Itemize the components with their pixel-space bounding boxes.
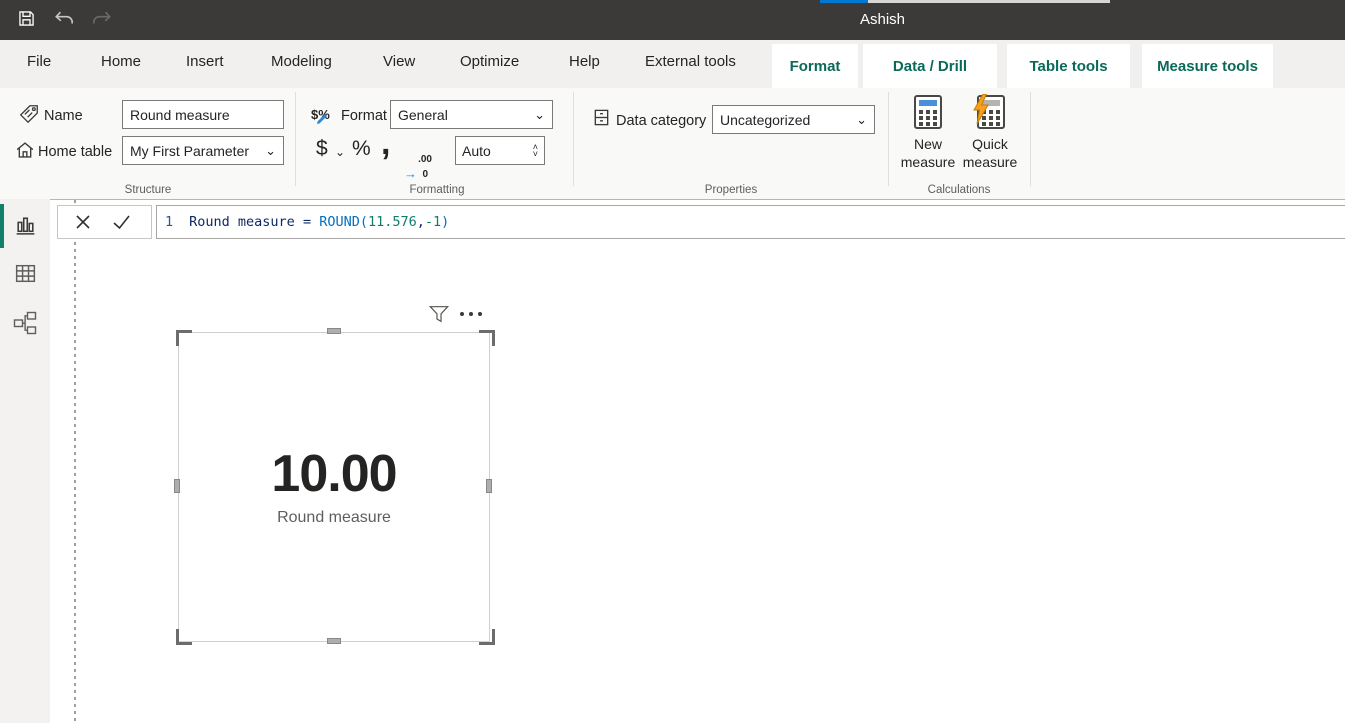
formatting-group-label: Formatting [367,184,507,196]
tab-modeling[interactable]: Modeling [271,53,332,70]
tab-file[interactable]: File [27,53,51,70]
quick-measure-icon [973,94,1007,135]
format-label: Format [341,108,387,124]
tab-insert[interactable]: Insert [186,53,224,70]
format-select[interactable]: General ⌄ [390,100,553,129]
pencil-icon [316,113,328,125]
card-value: 10.00 [271,448,396,500]
ribbon-tab-row: File Home Insert Modeling View Optimize … [0,40,1345,88]
save-button[interactable] [14,9,38,33]
decimal-auto-spinner[interactable]: Auto ˄ ˅ [455,136,545,165]
formula-arg2: -1 [425,214,441,230]
report-page-boundary [74,200,76,723]
formula-measure-name: Round measure [189,214,295,230]
group-divider [573,92,574,186]
commit-formula-button[interactable] [112,214,131,230]
model-view-button[interactable] [12,310,38,336]
tab-view[interactable]: View [383,53,415,70]
chevron-down-icon: ⌄ [856,115,867,125]
cancel-formula-button[interactable] [75,214,91,230]
home-table-icon [14,139,36,166]
tab-home[interactable]: Home [101,53,141,70]
undo-icon [53,9,75,34]
card-label: Round measure [277,509,391,527]
currency-chevron-icon[interactable]: ⌄ [335,145,345,159]
save-icon [16,8,37,34]
name-label: Name [44,108,83,124]
tab-format[interactable]: Format [772,44,858,88]
tab-help[interactable]: Help [569,53,600,70]
funnel-icon [428,304,450,325]
top-accent-strip-blue [820,0,868,3]
resize-handle-right[interactable] [486,479,492,493]
data-category-select[interactable]: Uncategorized ⌄ [712,105,875,134]
group-divider [1030,92,1031,186]
checkmark-icon [112,214,131,230]
thousands-separator-button[interactable]: , [381,124,390,163]
home-table-select[interactable]: My First Parameter ⌄ [122,136,284,165]
active-view-indicator [0,204,4,248]
spin-down-icon[interactable]: ˅ [533,151,538,158]
new-measure-button[interactable]: New measure [898,94,958,171]
ribbon: Name Round measure Home table My First P… [0,88,1345,200]
resize-handle-bottom[interactable] [327,638,341,644]
resize-handle-top-right[interactable] [479,330,495,346]
properties-group-label: Properties [661,184,801,196]
resize-handle-bottom-left[interactable] [176,629,192,645]
group-divider [295,92,296,186]
report-view-button[interactable] [12,211,38,237]
tab-data-drill[interactable]: Data / Drill [863,44,997,88]
resize-handle-top[interactable] [327,328,341,334]
structure-group-label: Structure [78,184,218,196]
ellipsis-icon [460,312,464,316]
tab-external-tools[interactable]: External tools [645,53,736,70]
data-category-icon [592,108,611,132]
window-title: Ashish [860,11,905,28]
resize-handle-left[interactable] [174,479,180,493]
table-icon [13,261,38,286]
undo-button[interactable] [52,9,76,33]
resize-handle-bottom-right[interactable] [479,629,495,645]
formula-arg1: 11.576 [368,214,417,230]
redo-icon [91,9,113,34]
chevron-down-icon: ⌄ [265,146,276,156]
visual-more-options-button[interactable] [460,312,482,316]
formula-bar-input[interactable]: 1 Round measure = ROUND( 11.576 , -1 ) [156,205,1345,239]
tab-table-tools[interactable]: Table tools [1007,44,1130,88]
data-category-label: Data category [616,113,706,129]
titlebar: Ashish [0,0,1345,40]
tab-measure-tools[interactable]: Measure tools [1142,44,1273,88]
group-divider [888,92,889,186]
top-accent-strip-gray [868,0,1110,3]
new-measure-icon [912,94,944,135]
close-icon [75,214,91,230]
percent-button[interactable]: % [352,137,371,161]
name-tag-icon [18,103,40,130]
visual-filter-button[interactable] [428,304,450,330]
data-view-button[interactable] [12,260,38,286]
measure-name-input[interactable]: Round measure [122,100,284,129]
currency-button[interactable]: $ [316,137,328,161]
formula-line-number: 1 [165,214,173,230]
quick-measure-button[interactable]: Quick measure [959,94,1021,171]
model-icon [12,310,38,336]
tab-optimize[interactable]: Optimize [460,53,519,70]
card-visual[interactable]: 10.00 Round measure [178,332,490,642]
format-icon: $% [311,107,330,122]
decimal-places-button[interactable]: .00 → 0 [404,154,432,180]
home-table-label: Home table [38,144,112,160]
view-sidebar [0,199,50,723]
formula-commit-group [57,205,152,239]
blue-arrow-icon: → [404,169,417,179]
bar-chart-icon [13,212,38,237]
resize-handle-top-left[interactable] [176,330,192,346]
redo-button[interactable] [90,9,114,33]
formula-function: ROUND( [319,214,368,230]
chevron-down-icon: ⌄ [534,110,545,120]
powerbi-window: Ashish File Home Insert Modeling View Op… [0,0,1345,723]
calculations-group-label: Calculations [889,184,1029,196]
